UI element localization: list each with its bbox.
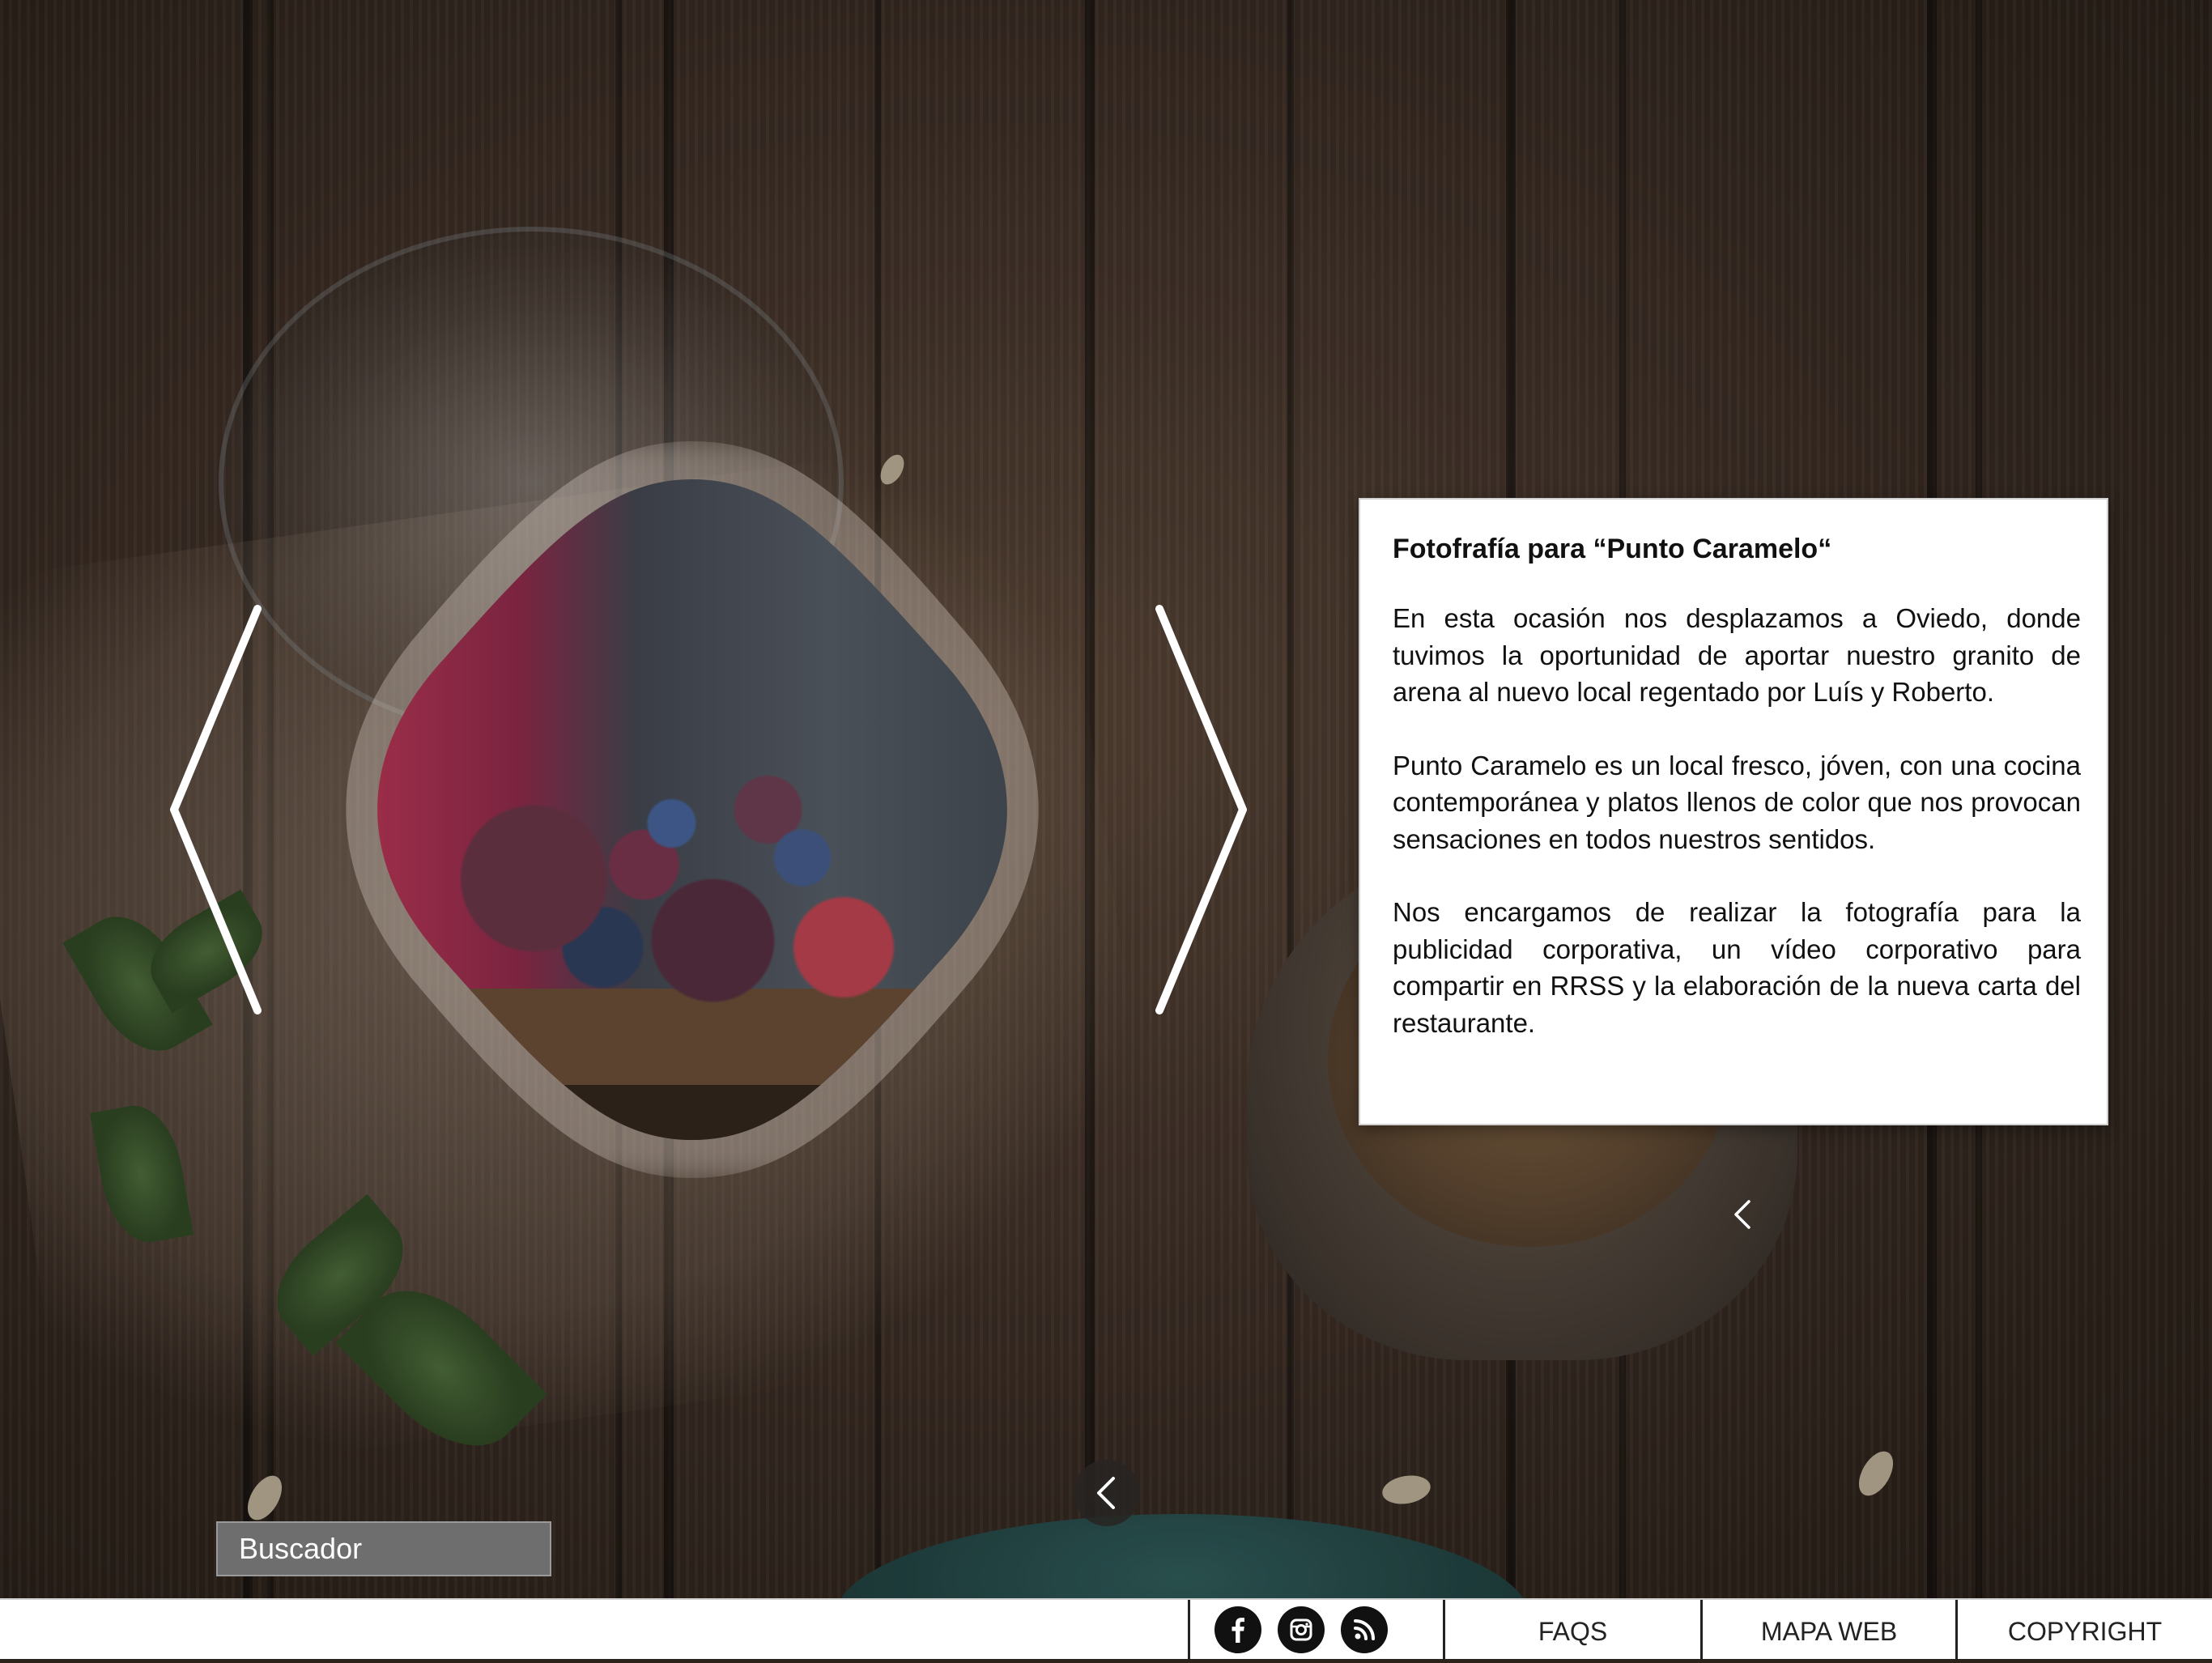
facebook-link[interactable] bbox=[1214, 1606, 1261, 1653]
rss-link[interactable] bbox=[1341, 1606, 1388, 1653]
footer-bar: FAQS MAPA WEB COPYRIGHT bbox=[0, 1598, 2212, 1661]
footer-link-copyright[interactable]: COPYRIGHT bbox=[1958, 1600, 2212, 1661]
back-button[interactable] bbox=[1074, 1460, 1140, 1526]
instagram-link[interactable] bbox=[1278, 1606, 1325, 1653]
facebook-icon bbox=[1231, 1618, 1244, 1643]
chevron-right-icon bbox=[1155, 605, 1247, 1014]
chevron-left-small-icon bbox=[1734, 1200, 1750, 1229]
next-slide-button[interactable] bbox=[1150, 599, 1255, 1020]
project-paragraph-1: En esta ocasión nos desplazamos a Oviedo… bbox=[1393, 603, 2081, 707]
project-paragraph-3: Nos encargamos de realizar la fotografía… bbox=[1393, 897, 2081, 1038]
prev-slide-button[interactable] bbox=[162, 599, 267, 1020]
collapse-card-button[interactable] bbox=[1731, 1198, 1754, 1231]
chevron-left-icon bbox=[1097, 1477, 1115, 1509]
social-links bbox=[1214, 1606, 1388, 1653]
project-title: Fotofrafía para “Punto Caramelo“ bbox=[1393, 534, 1832, 564]
project-info-card: Fotofrafía para “Punto Caramelo“ En esta… bbox=[1359, 498, 2108, 1125]
search-input[interactable] bbox=[216, 1521, 551, 1576]
footer-divider bbox=[1188, 1600, 1190, 1661]
chevron-left-icon bbox=[170, 605, 262, 1014]
instagram-icon bbox=[1290, 1618, 1312, 1641]
rss-icon bbox=[1354, 1619, 1375, 1640]
footer-link-faqs[interactable]: FAQS bbox=[1445, 1600, 1700, 1661]
project-paragraph-2: Punto Caramelo es un local fresco, jóven… bbox=[1393, 750, 2081, 854]
footer-link-site-map[interactable]: MAPA WEB bbox=[1703, 1600, 1955, 1661]
